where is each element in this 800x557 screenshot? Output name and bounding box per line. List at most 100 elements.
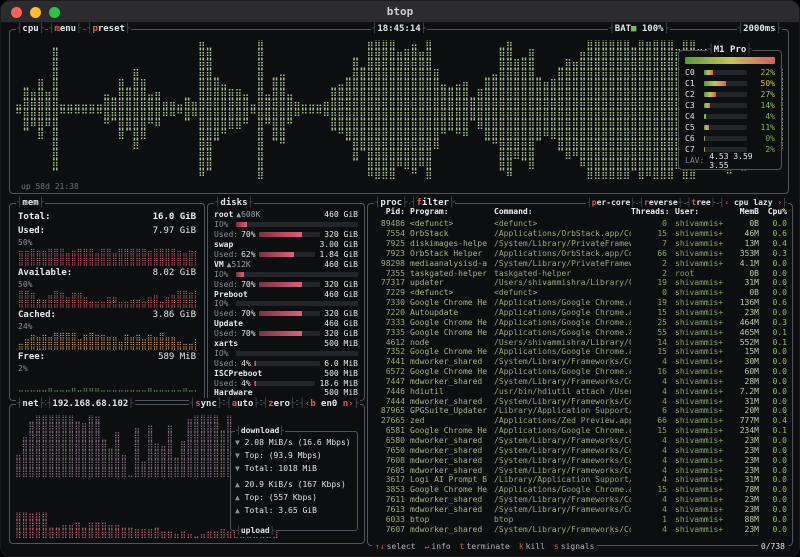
statusbar-item[interactable]: ↑↓select <box>375 542 416 551</box>
process-row[interactable]: 4612 node /Users/shivammishra/Library/Ca… <box>373 337 787 347</box>
net-auto-toggle[interactable]: auto <box>225 398 260 410</box>
process-row[interactable]: 7229 <defunct> <defunct> 0 shivammis+ 0B… <box>373 288 787 298</box>
process-row[interactable]: 27665 zed /Applications/Zed Preview.app/… <box>373 416 787 426</box>
process-row[interactable]: 7611 mdworker_shared /System/Library/Fra… <box>373 495 787 505</box>
process-row[interactable]: 7608 mdworker_shared /System/Library/Fra… <box>373 455 787 465</box>
process-row[interactable]: 6572 Google Chrome He /Applications/Goog… <box>373 367 787 377</box>
process-pid: 7650 <box>373 446 405 455</box>
process-row[interactable]: 7446 hdiutil /usr/bin/hdiutil attach /Us… <box>373 386 787 396</box>
process-row[interactable]: 98298 mediaanalysisd-a /System/Library/P… <box>373 258 787 268</box>
disks-box-title[interactable]: disks <box>214 197 254 209</box>
process-row[interactable]: 89486 <defunct> <defunct> 0 shivammis+ 0… <box>373 219 787 229</box>
disk-name: Update <box>214 319 243 328</box>
header-program[interactable]: Program: <box>405 207 489 217</box>
refresh-interval[interactable]: 2000ms <box>737 23 782 35</box>
disk-io-meter <box>236 222 358 227</box>
process-row[interactable]: 7335 Google Chrome He /Applications/Goog… <box>373 327 787 337</box>
process-cpu: 0.4 <box>759 239 787 248</box>
process-threads: 4 <box>631 387 667 396</box>
process-row[interactable]: 7355 taskgated-helper taskgated-helper 2… <box>373 268 787 278</box>
minimize-button[interactable] <box>30 7 41 18</box>
process-threads: 25 <box>631 318 667 327</box>
statusbar-item[interactable]: ↵info <box>425 542 451 551</box>
statusbar-item[interactable]: kkill <box>519 542 545 551</box>
disk-used-percent: 62% <box>241 250 255 259</box>
disk-used-value: 320 GiB <box>324 280 358 289</box>
process-row[interactable]: 7220 Autoupdate /Applications/Google Chr… <box>373 308 787 318</box>
process-row[interactable]: 6581 Google Chrome He /Applications/Goog… <box>373 426 787 436</box>
process-row[interactable]: 7613 mdworker_shared /System/Library/Fra… <box>373 504 787 514</box>
maximize-button[interactable] <box>49 7 60 18</box>
close-button[interactable] <box>11 7 22 18</box>
disk-io-label: IO% <box>214 220 228 229</box>
process-user: shivammis+ <box>667 406 725 415</box>
proc-box: proc filter per-core reverse tree ‹ cpu … <box>367 203 793 546</box>
statusbar-hotkey: t <box>460 542 465 551</box>
process-row[interactable]: 6580 mdworker_shared /System/Library/Fra… <box>373 436 787 446</box>
process-program: Google Chrome He <box>405 347 489 356</box>
process-row[interactable]: 7447 mdworker_shared /System/Library/Fra… <box>373 377 787 387</box>
header-mem[interactable]: MemB <box>725 207 759 217</box>
net-interface-switcher[interactable]: ‹b en0 n› <box>298 398 360 410</box>
disk-used-value: 320 GiB <box>324 230 358 239</box>
mem-category-label: Cached: <box>18 310 56 322</box>
process-row[interactable]: 3617 Logi AI Prompt B /Library/Applicati… <box>373 475 787 485</box>
header-user[interactable]: User: <box>667 207 725 217</box>
process-cpu: 0.0 <box>759 347 787 356</box>
process-pid: 3617 <box>373 475 405 484</box>
cpu-box-title[interactable]: cpu <box>16 23 45 35</box>
process-row[interactable]: 7650 mdworker_shared /System/Library/Fra… <box>373 445 787 455</box>
process-threads: 0 <box>631 219 667 228</box>
statusbar-hotkey: ↑↓ <box>375 542 385 551</box>
statusbar-hotkey: k <box>519 542 524 551</box>
process-row[interactable]: 77317 updater /Users/shivammishra/Librar… <box>373 278 787 288</box>
process-row[interactable]: 7605 mdworker_shared /System/Library/Fra… <box>373 465 787 475</box>
core-meter <box>704 114 747 119</box>
process-program: Google Chrome He <box>405 367 489 376</box>
process-user: shivammis+ <box>667 446 725 455</box>
process-row[interactable]: 7923 OrbStack Helper /Applications/OrbSt… <box>373 249 787 259</box>
process-row[interactable]: 7554 OrbStack /Applications/OrbStack.app… <box>373 229 787 239</box>
process-row[interactable]: 87965 GPGSuite_Updater /Library/Applicat… <box>373 406 787 416</box>
process-row[interactable]: 7441 mdworker_shared /System/Library/Fra… <box>373 357 787 367</box>
header-command[interactable]: Command: <box>489 207 631 217</box>
core-name: C2 <box>685 90 700 99</box>
cpu-model-name: M1 Pro <box>707 44 752 56</box>
process-command: /Library/Application Support/Logitec <box>489 475 631 484</box>
statusbar-item[interactable]: ssignals <box>554 542 595 551</box>
process-user: shivammis+ <box>667 505 725 514</box>
header-threads[interactable]: Threads: <box>631 207 667 217</box>
process-mem: 23M <box>725 466 759 475</box>
process-user: shivammis+ <box>667 288 725 297</box>
net-zero-toggle[interactable]: zero <box>262 398 297 410</box>
process-threads: 4 <box>631 466 667 475</box>
window-title: btop <box>387 5 414 18</box>
process-command: /System/Library/Frameworks/CoreServi <box>489 446 631 455</box>
mem-box-title[interactable]: mem <box>16 197 45 209</box>
process-cpu: 0.0 <box>759 269 787 278</box>
process-program: mdworker_shared <box>405 495 489 504</box>
mem-category-value: 589 MiB <box>158 352 196 364</box>
process-mem: 23M <box>725 495 759 504</box>
header-pid[interactable]: Pid: <box>373 207 405 217</box>
process-row[interactable]: 7607 mdworker_shared /System/Library/Fra… <box>373 524 787 534</box>
process-row[interactable]: 7444 mdworker_shared /System/Library/Fra… <box>373 396 787 406</box>
process-row[interactable]: 7330 Google Chrome He /Applications/Goog… <box>373 298 787 308</box>
net-sync-toggle[interactable]: sync <box>189 398 224 410</box>
process-mem: 0B <box>725 219 759 228</box>
process-row[interactable]: 7333 Google Chrome He /Applications/Goog… <box>373 317 787 327</box>
net-box-title[interactable]: net <box>16 398 45 410</box>
process-program: mdworker_shared <box>405 456 489 465</box>
statusbar-item[interactable]: tterminate <box>460 542 510 551</box>
disk-used-value: 18.6 MiB <box>319 379 358 388</box>
header-cpu[interactable]: Cpu% <box>759 207 787 217</box>
process-row[interactable]: 7352 Google Chrome He /Applications/Goog… <box>373 347 787 357</box>
menu-button[interactable]: menu <box>48 23 83 35</box>
disk-used-percent: 70% <box>241 230 255 239</box>
process-row[interactable]: 3853 Google Chrome He /Applications/Goog… <box>373 485 787 495</box>
process-cpu: 0.0 <box>759 466 787 475</box>
preset-button[interactable]: preset <box>86 23 131 35</box>
process-row[interactable]: 6033 btop btop 1 shivammis+ 88M 0.0 <box>373 514 787 524</box>
process-pid: 7229 <box>373 288 405 297</box>
process-row[interactable]: 7925 diskimages-helpe /System/Library/Pr… <box>373 239 787 249</box>
